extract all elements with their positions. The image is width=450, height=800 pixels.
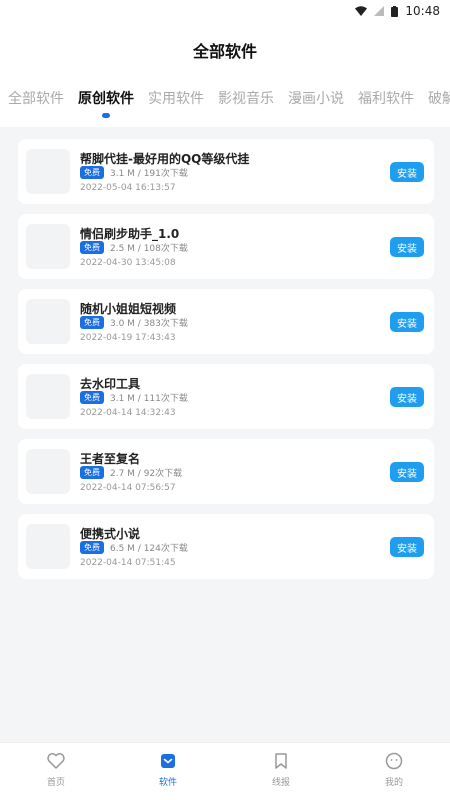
app-title: 去水印工具 [80, 377, 141, 391]
app-thumbnail [26, 449, 70, 494]
app-thumbnail [26, 149, 70, 194]
list-item[interactable]: 便携式小说 免费 6.5 M / 124次下载 2022-04-14 07:51… [18, 514, 434, 579]
install-button[interactable]: 安装 [390, 162, 424, 182]
software-icon [158, 751, 178, 771]
list-item[interactable]: 情侣刷步助手_1.0 免费 2.5 M / 108次下载 2022-04-30 … [18, 214, 434, 279]
app-thumbnail [26, 374, 70, 419]
free-badge: 免费 [80, 166, 104, 179]
app-size-downloads: 2.7 M / 92次下载 [110, 469, 183, 479]
active-tab-indicator [102, 113, 110, 118]
nav-home[interactable]: 首页 [26, 751, 86, 788]
tab-welfare-software[interactable]: 福利软件 [358, 88, 414, 108]
bookmark-icon [271, 751, 291, 771]
tab-all-software[interactable]: 全部软件 [8, 88, 64, 108]
tab-comic-novel[interactable]: 漫画小说 [288, 88, 344, 108]
install-button[interactable]: 安装 [390, 387, 424, 407]
app-date: 2022-04-30 13:45:08 [80, 258, 176, 268]
app-size-downloads: 3.1 M / 111次下载 [110, 394, 188, 404]
wifi-icon [355, 6, 368, 16]
app-title: 王者至复名 [80, 452, 141, 466]
app-size-downloads: 3.1 M / 191次下载 [110, 169, 188, 179]
app-thumbnail [26, 224, 70, 269]
category-tabs: 全部软件 原创软件 实用软件 影视音乐 漫画小说 福利软件 破解 [0, 88, 450, 124]
nav-label: 软件 [158, 778, 177, 788]
app-date: 2022-04-14 14:32:43 [80, 408, 176, 418]
app-thumbnail [26, 299, 70, 344]
list-item[interactable]: 帮脚代挂-最好用的QQ等级代挂 免费 3.1 M / 191次下载 2022-0… [18, 139, 434, 204]
software-list: 帮脚代挂-最好用的QQ等级代挂 免费 3.1 M / 191次下载 2022-0… [0, 127, 450, 742]
nav-tips[interactable]: 线报 [251, 751, 311, 788]
tab-cracked[interactable]: 破解 [428, 88, 450, 108]
bottom-nav: 首页 软件 线报 我的 [0, 742, 450, 800]
list-item[interactable]: 王者至复名 免费 2.7 M / 92次下载 2022-04-14 07:56:… [18, 439, 434, 504]
smile-icon [384, 751, 404, 771]
page-title: 全部软件 [192, 42, 257, 61]
app-thumbnail [26, 524, 70, 569]
app-size-downloads: 6.5 M / 124次下载 [110, 544, 188, 554]
app-size-downloads: 3.0 M / 383次下载 [110, 319, 188, 329]
list-item[interactable]: 随机小姐姐短视频 免费 3.0 M / 383次下载 2022-04-19 17… [18, 289, 434, 354]
battery-icon [391, 5, 399, 17]
app-date: 2022-04-14 07:51:45 [80, 558, 176, 568]
tab-original-software[interactable]: 原创软件 [78, 88, 134, 108]
app-title: 情侣刷步助手_1.0 [80, 227, 180, 241]
install-button[interactable]: 安装 [390, 462, 424, 482]
heart-icon [46, 751, 66, 771]
free-badge: 免费 [80, 241, 104, 254]
free-badge: 免费 [80, 391, 104, 404]
status-time: 10:48 [405, 4, 440, 18]
nav-label: 我的 [384, 778, 403, 788]
app-date: 2022-05-04 16:13:57 [80, 183, 176, 193]
app-size-downloads: 2.5 M / 108次下载 [110, 244, 188, 254]
free-badge: 免费 [80, 466, 104, 479]
status-bar: 10:48 [0, 0, 450, 22]
nav-profile[interactable]: 我的 [364, 751, 424, 788]
app-title: 便携式小说 [80, 527, 141, 541]
nav-label: 线报 [271, 778, 290, 788]
free-badge: 免费 [80, 541, 104, 554]
free-badge: 免费 [80, 316, 104, 329]
signal-icon [374, 6, 385, 16]
install-button[interactable]: 安装 [390, 312, 424, 332]
nav-label: 首页 [46, 778, 65, 788]
tab-utility-software[interactable]: 实用软件 [148, 88, 204, 108]
nav-software[interactable]: 软件 [138, 751, 198, 788]
app-date: 2022-04-14 07:56:57 [80, 483, 176, 493]
app-date: 2022-04-19 17:43:43 [80, 333, 176, 343]
install-button[interactable]: 安装 [390, 237, 424, 257]
app-title: 随机小姐姐短视频 [80, 302, 177, 316]
install-button[interactable]: 安装 [390, 537, 424, 557]
app-title: 帮脚代挂-最好用的QQ等级代挂 [80, 152, 250, 166]
tab-video-music[interactable]: 影视音乐 [218, 88, 274, 108]
list-item[interactable]: 去水印工具 免费 3.1 M / 111次下载 2022-04-14 14:32… [18, 364, 434, 429]
